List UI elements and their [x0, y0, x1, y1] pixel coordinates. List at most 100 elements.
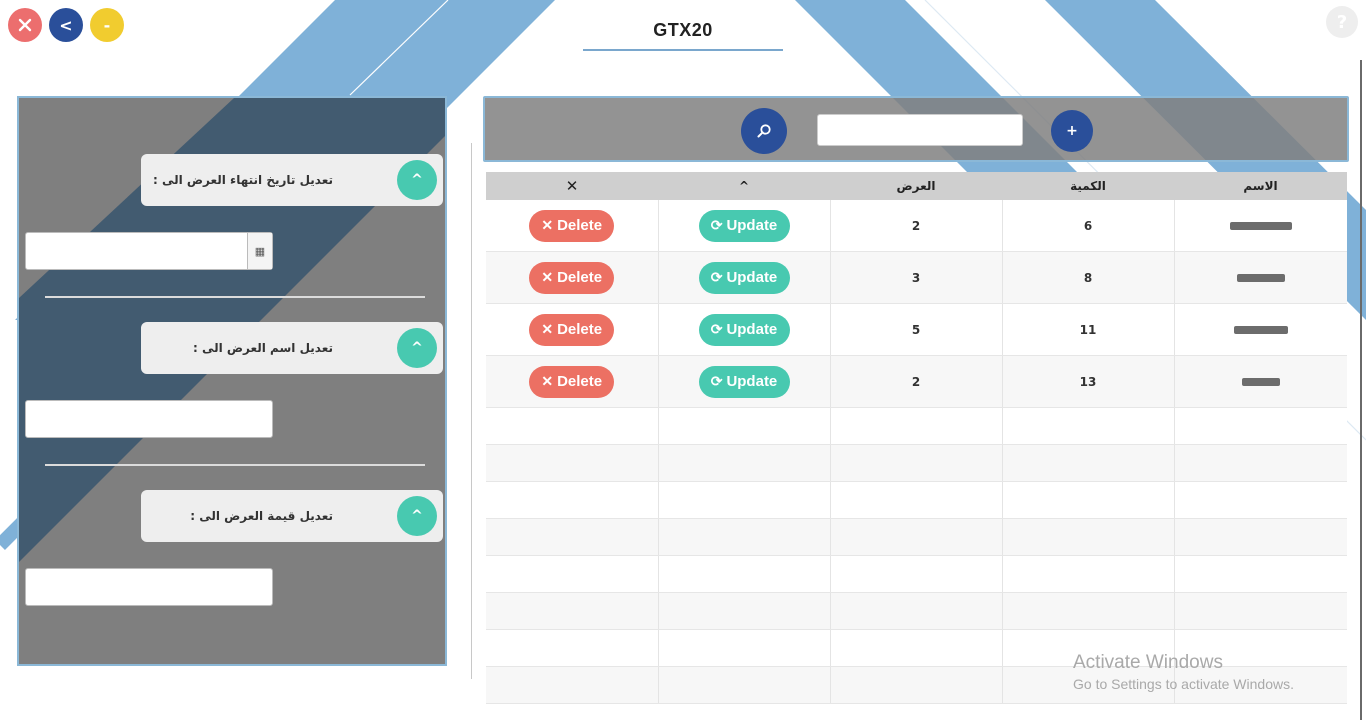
header-update[interactable]: ^: [658, 172, 830, 200]
watermark-subtitle: Go to Settings to activate Windows.: [1073, 676, 1294, 692]
table-row[interactable]: ✕ Delete ⟳ Update 5 11: [486, 303, 1347, 356]
table-row[interactable]: ✕ Delete ⟳ Update 2 13: [486, 355, 1347, 408]
update-label: Update: [726, 217, 778, 234]
delete-button[interactable]: ✕ Delete: [529, 365, 615, 398]
delete-cell: ✕ Delete: [486, 251, 659, 304]
page-title: GTX20: [653, 20, 713, 40]
quantity-cell: 11: [1002, 303, 1175, 356]
update-cell: ⟳ Update: [658, 251, 831, 304]
empty-row: [486, 518, 1347, 556]
close-icon: ✕: [541, 269, 554, 285]
table-row[interactable]: ✕ Delete ⟳ Update 3 8: [486, 251, 1347, 304]
close-button[interactable]: [8, 8, 42, 42]
minimize-label: -: [103, 15, 111, 35]
divider: [45, 296, 425, 298]
divider: [45, 464, 425, 466]
quantity-cell: 6: [1002, 200, 1175, 252]
offer-value-input[interactable]: [25, 568, 273, 606]
search-toolbar: +: [483, 96, 1349, 162]
edit-name-label: تعديل اسم العرض الى :: [192, 341, 333, 355]
search-icon: [757, 124, 771, 138]
update-label: Update: [726, 269, 778, 286]
table-header-row: ✕ ^ العرض الكمية الاسم: [486, 172, 1347, 200]
back-label: <: [59, 15, 73, 35]
edit-value-row[interactable]: تعديل قيمة العرض الى : ^: [141, 490, 443, 542]
update-button[interactable]: ⟳ Update: [698, 261, 790, 294]
delete-label: Delete: [557, 269, 603, 286]
delete-cell: ✕ Delete: [486, 355, 659, 408]
refresh-icon: ⟳: [710, 269, 723, 285]
search-input[interactable]: [817, 114, 1023, 146]
header-offer[interactable]: العرض: [830, 172, 1002, 200]
edit-expiry-toggle[interactable]: ^: [397, 160, 437, 200]
empty-row: [486, 407, 1347, 445]
delete-label: Delete: [557, 373, 603, 390]
name-cell: [1174, 303, 1347, 356]
watermark-title: Activate Windows: [1073, 652, 1223, 673]
help-label: ?: [1336, 11, 1348, 33]
name-cell: [1174, 355, 1347, 408]
help-button[interactable]: ?: [1326, 6, 1358, 38]
close-icon: ✕: [541, 217, 554, 233]
update-cell: ⟳ Update: [658, 200, 831, 252]
quantity-cell: 8: [1002, 251, 1175, 304]
update-cell: ⟳ Update: [658, 303, 831, 356]
search-button[interactable]: [741, 108, 787, 154]
close-icon: [18, 18, 32, 32]
refresh-icon: ⟳: [710, 321, 723, 337]
edit-name-row[interactable]: تعديل اسم العرض الى : ^: [141, 322, 443, 374]
update-button[interactable]: ⟳ Update: [698, 313, 790, 346]
update-label: Update: [726, 373, 778, 390]
table-row[interactable]: ✕ Delete ⟳ Update 2 6: [486, 200, 1347, 252]
add-label: +: [1066, 123, 1078, 139]
edit-expiry-label: تعديل تاريخ انتهاء العرض الى :: [152, 173, 333, 187]
offer-cell: 2: [830, 355, 1003, 408]
minimize-button[interactable]: -: [90, 8, 124, 42]
edit-panel: تعديل تاريخ انتهاء العرض الى : ^ ▦ تعديل…: [17, 96, 447, 666]
empty-row: [486, 444, 1347, 482]
name-cell: [1174, 200, 1347, 252]
delete-button[interactable]: ✕ Delete: [529, 209, 615, 242]
edit-value-label: تعديل قيمة العرض الى :: [190, 509, 333, 523]
offers-table: ✕ ^ العرض الكمية الاسم ✕ Delete ⟳ Update 2…: [486, 172, 1347, 704]
empty-row: [486, 481, 1347, 519]
delete-label: Delete: [557, 321, 603, 338]
edit-expiry-row[interactable]: تعديل تاريخ انتهاء العرض الى : ^: [141, 154, 443, 206]
calendar-icon[interactable]: ▦: [247, 233, 272, 269]
expiry-date-picker[interactable]: ▦: [25, 232, 273, 270]
close-icon: ✕: [565, 177, 579, 195]
close-icon: ✕: [541, 373, 554, 389]
delete-label: Delete: [557, 217, 603, 234]
offer-cell: 3: [830, 251, 1003, 304]
update-button[interactable]: ⟳ Update: [698, 365, 790, 398]
header-delete[interactable]: ✕: [486, 172, 658, 200]
add-button[interactable]: +: [1051, 110, 1093, 152]
empty-row: [486, 592, 1347, 630]
delete-cell: ✕ Delete: [486, 303, 659, 356]
redacted-name: [1236, 274, 1285, 282]
activation-watermark: Activate Windows Go to Settings to activ…: [1073, 652, 1294, 692]
column-separator: [471, 143, 472, 679]
delete-cell: ✕ Delete: [486, 200, 659, 252]
update-cell: ⟳ Update: [658, 355, 831, 408]
offer-cell: 5: [830, 303, 1003, 356]
empty-row: [486, 555, 1347, 593]
refresh-icon: ⟳: [710, 217, 723, 233]
redacted-name: [1241, 378, 1280, 386]
back-button[interactable]: <: [49, 8, 83, 42]
edit-value-toggle[interactable]: ^: [397, 496, 437, 536]
redacted-name: [1233, 326, 1288, 334]
quantity-cell: 13: [1002, 355, 1175, 408]
header-quantity[interactable]: الكمية: [1002, 172, 1174, 200]
update-label: Update: [726, 321, 778, 338]
delete-button[interactable]: ✕ Delete: [529, 261, 615, 294]
name-cell: [1174, 251, 1347, 304]
delete-button[interactable]: ✕ Delete: [529, 313, 615, 346]
redacted-name: [1229, 222, 1292, 230]
edit-name-toggle[interactable]: ^: [397, 328, 437, 368]
offer-cell: 2: [830, 200, 1003, 252]
header-name[interactable]: الاسم: [1174, 172, 1347, 200]
update-button[interactable]: ⟳ Update: [698, 209, 790, 242]
close-icon: ✕: [541, 321, 554, 337]
offer-name-input[interactable]: [25, 400, 273, 438]
